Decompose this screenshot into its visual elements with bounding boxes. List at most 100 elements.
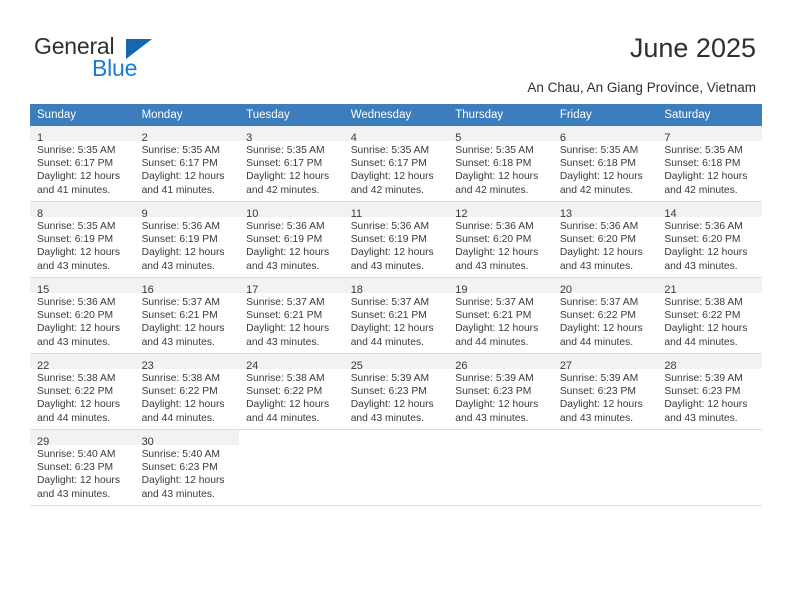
daylight-duration-line2: and 41 minutes.: [141, 184, 215, 196]
calendar-day-cell[interactable]: 10 Sunrise: 5:36 AM Sunset: 6:19 PM Dayligh…: [239, 202, 344, 278]
sunset-time: Sunset: 6:21 PM: [141, 310, 218, 322]
calendar-day-cell[interactable]: 1 Sunrise: 5:35 AM Sunset: 6:17 PM Daylight…: [30, 126, 135, 202]
day-cell-inner: 3 Sunrise: 5:35 AM Sunset: 6:17 PM Daylight…: [239, 126, 344, 202]
day-number-band: 29: [30, 430, 135, 448]
daylight-duration-line2: and 43 minutes.: [141, 260, 215, 272]
day-number: 12: [455, 208, 468, 220]
calendar-day-cell[interactable]: 18 Sunrise: 5:37 AM Sunset: 6:21 PM Dayligh…: [343, 278, 449, 354]
calendar-day-cell[interactable]: 30 Sunrise: 5:40 AM Sunset: 6:23 PM Dayligh…: [134, 430, 240, 506]
daylight-duration-line1: Daylight: 12 hours: [455, 399, 539, 411]
sunset-time: Sunset: 6:22 PM: [37, 386, 114, 398]
calendar-day-cell[interactable]: 25 Sunrise: 5:39 AM Sunset: 6:23 PM Dayligh…: [343, 354, 449, 430]
day-details: Sunrise: 5:38 AM Sunset: 6:22 PM Daylight:…: [657, 293, 762, 349]
day-cell-inner: 5 Sunrise: 5:35 AM Sunset: 6:18 PM Daylight…: [448, 126, 553, 202]
day-details: Sunrise: 5:39 AM Sunset: 6:23 PM Daylight:…: [657, 369, 762, 425]
calendar-day-cell[interactable]: 8 Sunrise: 5:35 AM Sunset: 6:19 PM Daylight…: [30, 202, 135, 278]
sunrise-time: Sunrise: 5:37 AM: [141, 297, 220, 308]
calendar-day-cell[interactable]: 6 Sunrise: 5:35 AM Sunset: 6:18 PM Daylight…: [552, 126, 658, 202]
day-cell-inner: 1 Sunrise: 5:35 AM Sunset: 6:17 PM Daylight…: [30, 126, 135, 202]
sunrise-time: Sunrise: 5:36 AM: [664, 221, 743, 232]
sunrise-time: Sunrise: 5:36 AM: [350, 221, 430, 232]
calendar-empty-cell: [448, 430, 553, 506]
sunrise-time: Sunrise: 5:39 AM: [455, 373, 534, 384]
calendar-day-cell[interactable]: 14 Sunrise: 5:36 AM Sunset: 6:20 PM Dayligh…: [657, 202, 762, 278]
calendar-day-cell[interactable]: 17 Sunrise: 5:37 AM Sunset: 6:21 PM Dayligh…: [239, 278, 344, 354]
day-details: Sunrise: 5:40 AM Sunset: 6:23 PM Daylight:…: [135, 445, 240, 501]
daylight-duration-line2: and 42 minutes.: [246, 184, 320, 196]
calendar-day-cell[interactable]: 29 Sunrise: 5:40 AM Sunset: 6:23 PM Dayligh…: [30, 430, 135, 506]
daylight-duration-line1: Daylight: 12 hours: [664, 171, 748, 183]
day-number-band: 23: [134, 354, 240, 372]
day-cell-inner: 26 Sunrise: 5:39 AM Sunset: 6:23 PM Dayligh…: [448, 354, 553, 430]
day-number: 29: [37, 436, 50, 448]
general-blue-logo[interactable]: General Blue: [34, 33, 214, 81]
day-cell-inner: 27 Sunrise: 5:39 AM Sunset: 6:23 PM Dayligh…: [552, 354, 658, 430]
daylight-duration-line1: Daylight: 12 hours: [559, 171, 643, 183]
calendar-day-cell[interactable]: 7 Sunrise: 5:35 AM Sunset: 6:18 PM Daylight…: [657, 126, 762, 202]
sunset-time: Sunset: 6:22 PM: [246, 386, 323, 398]
calendar-day-cell[interactable]: 11 Sunrise: 5:36 AM Sunset: 6:19 PM Dayligh…: [343, 202, 449, 278]
daylight-duration-line2: and 44 minutes.: [350, 336, 424, 348]
day-number: 28: [664, 360, 677, 372]
day-number-band: [344, 430, 449, 445]
day-details: Sunrise: 5:36 AM Sunset: 6:19 PM Daylight:…: [239, 217, 344, 273]
calendar-day-cell[interactable]: 16 Sunrise: 5:37 AM Sunset: 6:21 PM Dayligh…: [134, 278, 240, 354]
daylight-duration-line2: and 42 minutes.: [350, 184, 424, 196]
sunrise-time: Sunrise: 5:35 AM: [664, 145, 743, 156]
calendar-day-cell[interactable]: 19 Sunrise: 5:37 AM Sunset: 6:21 PM Dayligh…: [448, 278, 553, 354]
day-number-band: 19: [448, 278, 553, 296]
sunset-time: Sunset: 6:18 PM: [455, 158, 532, 170]
calendar-day-cell[interactable]: 13 Sunrise: 5:36 AM Sunset: 6:20 PM Dayligh…: [552, 202, 658, 278]
calendar-day-cell[interactable]: 3 Sunrise: 5:35 AM Sunset: 6:17 PM Daylight…: [239, 126, 344, 202]
sunset-time: Sunset: 6:19 PM: [350, 234, 427, 246]
daylight-duration-line2: and 42 minutes.: [559, 184, 634, 196]
daylight-duration-line2: and 43 minutes.: [37, 488, 111, 500]
calendar-day-cell[interactable]: 22 Sunrise: 5:38 AM Sunset: 6:22 PM Dayligh…: [30, 354, 135, 430]
sunrise-time: Sunrise: 5:35 AM: [455, 145, 534, 156]
daylight-duration-line2: and 43 minutes.: [37, 336, 111, 348]
calendar-day-cell[interactable]: 28 Sunrise: 5:39 AM Sunset: 6:23 PM Dayligh…: [657, 354, 762, 430]
sunset-time: Sunset: 6:17 PM: [350, 158, 427, 170]
calendar-day-cell[interactable]: 2 Sunrise: 5:35 AM Sunset: 6:17 PM Daylight…: [134, 126, 240, 202]
day-cell-inner: 23 Sunrise: 5:38 AM Sunset: 6:22 PM Dayligh…: [134, 354, 240, 430]
day-cell-inner: 6 Sunrise: 5:35 AM Sunset: 6:18 PM Daylight…: [552, 126, 658, 202]
calendar-day-cell[interactable]: 4 Sunrise: 5:35 AM Sunset: 6:17 PM Daylight…: [343, 126, 449, 202]
calendar-body: 1 Sunrise: 5:35 AM Sunset: 6:17 PM Daylight…: [30, 126, 762, 506]
sunset-time: Sunset: 6:19 PM: [246, 234, 323, 246]
sunset-time: Sunset: 6:21 PM: [455, 310, 532, 322]
weekday-header-sunday: Sunday: [30, 104, 135, 126]
day-cell-inner: 22 Sunrise: 5:38 AM Sunset: 6:22 PM Dayligh…: [30, 354, 135, 430]
day-number-band: 4: [343, 126, 449, 144]
calendar-day-cell[interactable]: 24 Sunrise: 5:38 AM Sunset: 6:22 PM Dayligh…: [239, 354, 344, 430]
calendar-day-cell[interactable]: 26 Sunrise: 5:39 AM Sunset: 6:23 PM Dayligh…: [448, 354, 553, 430]
calendar-day-cell[interactable]: 9 Sunrise: 5:36 AM Sunset: 6:19 PM Daylight…: [134, 202, 240, 278]
calendar-day-cell[interactable]: 12 Sunrise: 5:36 AM Sunset: 6:20 PM Dayligh…: [448, 202, 553, 278]
day-details: Sunrise: 5:40 AM Sunset: 6:23 PM Daylight:…: [30, 445, 135, 501]
calendar-day-cell[interactable]: 5 Sunrise: 5:35 AM Sunset: 6:18 PM Daylight…: [448, 126, 553, 202]
day-cell-inner: 14 Sunrise: 5:36 AM Sunset: 6:20 PM Dayligh…: [657, 202, 762, 278]
day-number: 24: [246, 360, 259, 372]
daylight-duration-line2: and 43 minutes.: [455, 260, 529, 272]
sunrise-time: Sunrise: 5:35 AM: [141, 145, 220, 156]
day-cell-inner: 28 Sunrise: 5:39 AM Sunset: 6:23 PM Dayligh…: [657, 354, 762, 430]
page-header: General Blue June 2025 An Chau, An Giang…: [0, 0, 792, 104]
day-details: Sunrise: 5:37 AM Sunset: 6:22 PM Daylight:…: [553, 293, 658, 349]
sunset-time: Sunset: 6:18 PM: [664, 158, 741, 170]
calendar-day-cell[interactable]: 20 Sunrise: 5:37 AM Sunset: 6:22 PM Dayligh…: [552, 278, 658, 354]
day-cell-inner: 24 Sunrise: 5:38 AM Sunset: 6:22 PM Dayligh…: [239, 354, 344, 430]
sunset-time: Sunset: 6:22 PM: [664, 310, 741, 322]
day-cell-inner: 15 Sunrise: 5:36 AM Sunset: 6:20 PM Dayligh…: [30, 278, 135, 354]
calendar-day-cell[interactable]: 27 Sunrise: 5:39 AM Sunset: 6:23 PM Dayligh…: [552, 354, 658, 430]
day-number-band: 7: [657, 126, 762, 144]
sunrise-time: Sunrise: 5:38 AM: [664, 297, 743, 308]
day-number: 17: [246, 284, 259, 296]
day-details: Sunrise: 5:37 AM Sunset: 6:21 PM Daylight:…: [448, 293, 553, 349]
day-number-band: 15: [30, 278, 135, 296]
calendar-day-cell[interactable]: 23 Sunrise: 5:38 AM Sunset: 6:22 PM Dayligh…: [134, 354, 240, 430]
daylight-duration-line1: Daylight: 12 hours: [664, 247, 748, 259]
day-details: Sunrise: 5:36 AM Sunset: 6:20 PM Daylight:…: [553, 217, 658, 273]
calendar-day-cell[interactable]: 21 Sunrise: 5:38 AM Sunset: 6:22 PM Dayligh…: [657, 278, 762, 354]
day-number: 20: [559, 284, 573, 296]
daylight-duration-line1: Daylight: 12 hours: [350, 399, 434, 411]
calendar-day-cell[interactable]: 15 Sunrise: 5:36 AM Sunset: 6:20 PM Dayligh…: [30, 278, 135, 354]
